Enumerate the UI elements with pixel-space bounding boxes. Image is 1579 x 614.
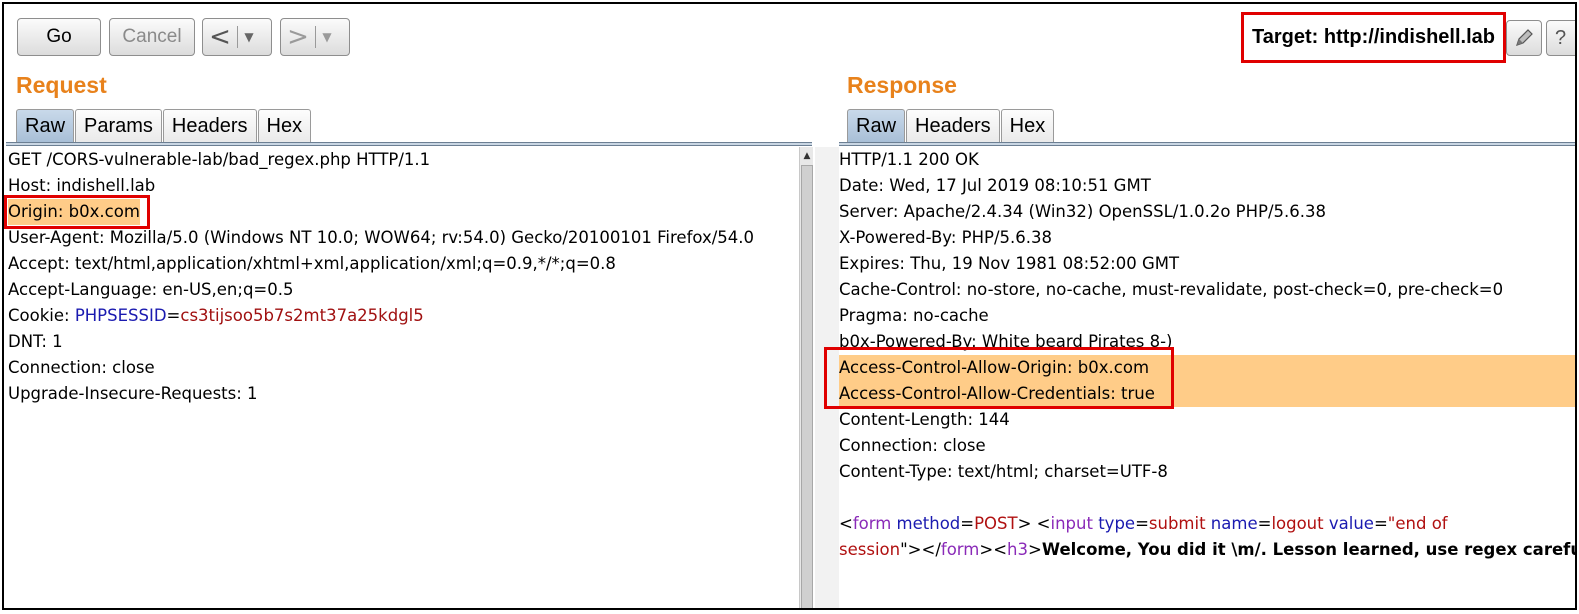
scroll-up-icon[interactable]: ▲ xyxy=(800,147,814,165)
cors-headers-highlight-box xyxy=(824,347,1174,409)
origin-highlight-box xyxy=(4,195,150,229)
html-text: Welcome, You did it \m/. Lesson learned,… xyxy=(1041,540,1577,559)
html-punct: = xyxy=(960,514,975,533)
tab-response-headers[interactable]: Headers xyxy=(906,109,1000,143)
cookie-value: cs3tijsoo5b7s2mt37a25kdgl5 xyxy=(180,306,424,325)
target-label: Target: http://indishell.lab xyxy=(1241,12,1506,63)
html-punct: < xyxy=(839,514,853,533)
cancel-button[interactable]: Cancel xyxy=(109,18,195,56)
request-line-cookie: Cookie: PHPSESSID=cs3tijsoo5b7s2mt37a25k… xyxy=(8,303,424,329)
help-button[interactable]: ? xyxy=(1546,20,1575,56)
html-punct: = xyxy=(1135,514,1149,533)
html-attr-value: session xyxy=(839,540,901,559)
request-line: GET /CORS-vulnerable-lab/bad_regex.php H… xyxy=(8,150,431,169)
request-tabs: Raw Params Headers Hex xyxy=(16,109,312,143)
response-line: Cache-Control: no-store, no-cache, must-… xyxy=(839,280,1504,299)
response-line: Server: Apache/2.4.34 (Win32) OpenSSL/1.… xyxy=(839,202,1327,221)
request-line: DNT: 1 xyxy=(8,332,63,351)
tab-request-raw[interactable]: Raw xyxy=(16,109,75,143)
edit-target-button[interactable] xyxy=(1506,20,1542,56)
back-dropdown-icon[interactable]: ▼ xyxy=(238,30,260,44)
go-button[interactable]: Go xyxy=(17,18,101,56)
html-tag: form xyxy=(852,514,892,533)
response-title: Response xyxy=(847,72,957,98)
request-tab-underline xyxy=(6,142,812,146)
html-tag: input xyxy=(1050,514,1093,533)
request-scrollbar[interactable]: ▲ xyxy=(799,147,814,608)
response-line: X-Powered-By: PHP/5.6.38 xyxy=(839,228,1052,247)
back-button[interactable]: < ▼ xyxy=(202,18,272,56)
scroll-thumb[interactable] xyxy=(801,165,813,608)
tab-request-hex[interactable]: Hex xyxy=(257,109,312,143)
request-line: Accept-Language: en-US,en;q=0.5 xyxy=(8,280,294,299)
html-attr: name xyxy=(1205,514,1258,533)
response-line: HTTP/1.1 200 OK xyxy=(839,150,979,169)
html-punct: = xyxy=(1373,514,1388,533)
request-line: Upgrade-Insecure-Requests: 1 xyxy=(8,384,258,403)
html-attr: value xyxy=(1323,514,1374,533)
html-attr-value: logout xyxy=(1271,514,1324,533)
response-tab-underline xyxy=(839,142,1575,146)
html-tag: h3 xyxy=(1007,540,1028,559)
html-punct: " xyxy=(900,540,908,559)
cancel-label: Cancel xyxy=(122,26,182,47)
cookie-equals: = xyxy=(166,306,181,325)
request-line: Connection: close xyxy=(8,358,155,377)
cookie-header: Cookie: xyxy=(8,306,75,325)
forward-arrow-icon: > xyxy=(287,22,309,52)
html-attr: type xyxy=(1092,514,1136,533)
html-punct: >< xyxy=(979,540,1008,559)
request-line: Accept: text/html,application/xhtml+xml,… xyxy=(8,254,616,273)
html-punct: > xyxy=(1028,540,1042,559)
html-attr-value: POST xyxy=(974,514,1018,533)
target-text: Target: http://indishell.lab xyxy=(1252,26,1495,48)
response-line: Content-Type: text/html; charset=UTF-8 xyxy=(839,462,1168,481)
tab-response-raw[interactable]: Raw xyxy=(847,109,906,143)
forward-dropdown-icon[interactable]: ▼ xyxy=(316,30,338,44)
pencil-icon xyxy=(1516,29,1533,46)
help-icon: ? xyxy=(1555,26,1567,49)
tab-request-params[interactable]: Params xyxy=(75,109,162,143)
response-line: Expires: Thu, 19 Nov 1981 08:52:00 GMT xyxy=(839,254,1180,273)
response-line: Date: Wed, 17 Jul 2019 08:10:51 GMT xyxy=(839,176,1151,195)
html-attr-value: "end of xyxy=(1387,514,1448,533)
repeater-window: Go Cancel < ▼ > ▼ Target: http://indishe… xyxy=(2,2,1577,610)
html-attr: method xyxy=(891,514,961,533)
response-line: Content-Length: 144 xyxy=(839,410,1010,429)
forward-button[interactable]: > ▼ xyxy=(280,18,350,56)
response-body-line-1: <form method=POST> <input type=submit na… xyxy=(839,511,1448,537)
html-attr-value: submit xyxy=(1148,514,1206,533)
response-line: Connection: close xyxy=(839,436,986,455)
html-tag: form xyxy=(940,540,980,559)
tab-response-hex[interactable]: Hex xyxy=(1000,109,1055,143)
response-body-line-2: session"></form><h3>Welcome, You did it … xyxy=(839,537,1577,563)
html-punct: ></ xyxy=(907,540,941,559)
go-label: Go xyxy=(46,26,72,47)
html-punct: > < xyxy=(1017,514,1051,533)
tab-request-headers[interactable]: Headers xyxy=(162,109,257,143)
cookie-name: PHPSESSID xyxy=(74,306,167,325)
html-punct: = xyxy=(1257,514,1272,533)
back-arrow-icon: < xyxy=(209,22,231,52)
response-line: Pragma: no-cache xyxy=(839,306,989,325)
request-title: Request xyxy=(16,72,107,98)
response-tabs: Raw Headers Hex xyxy=(847,109,1055,143)
